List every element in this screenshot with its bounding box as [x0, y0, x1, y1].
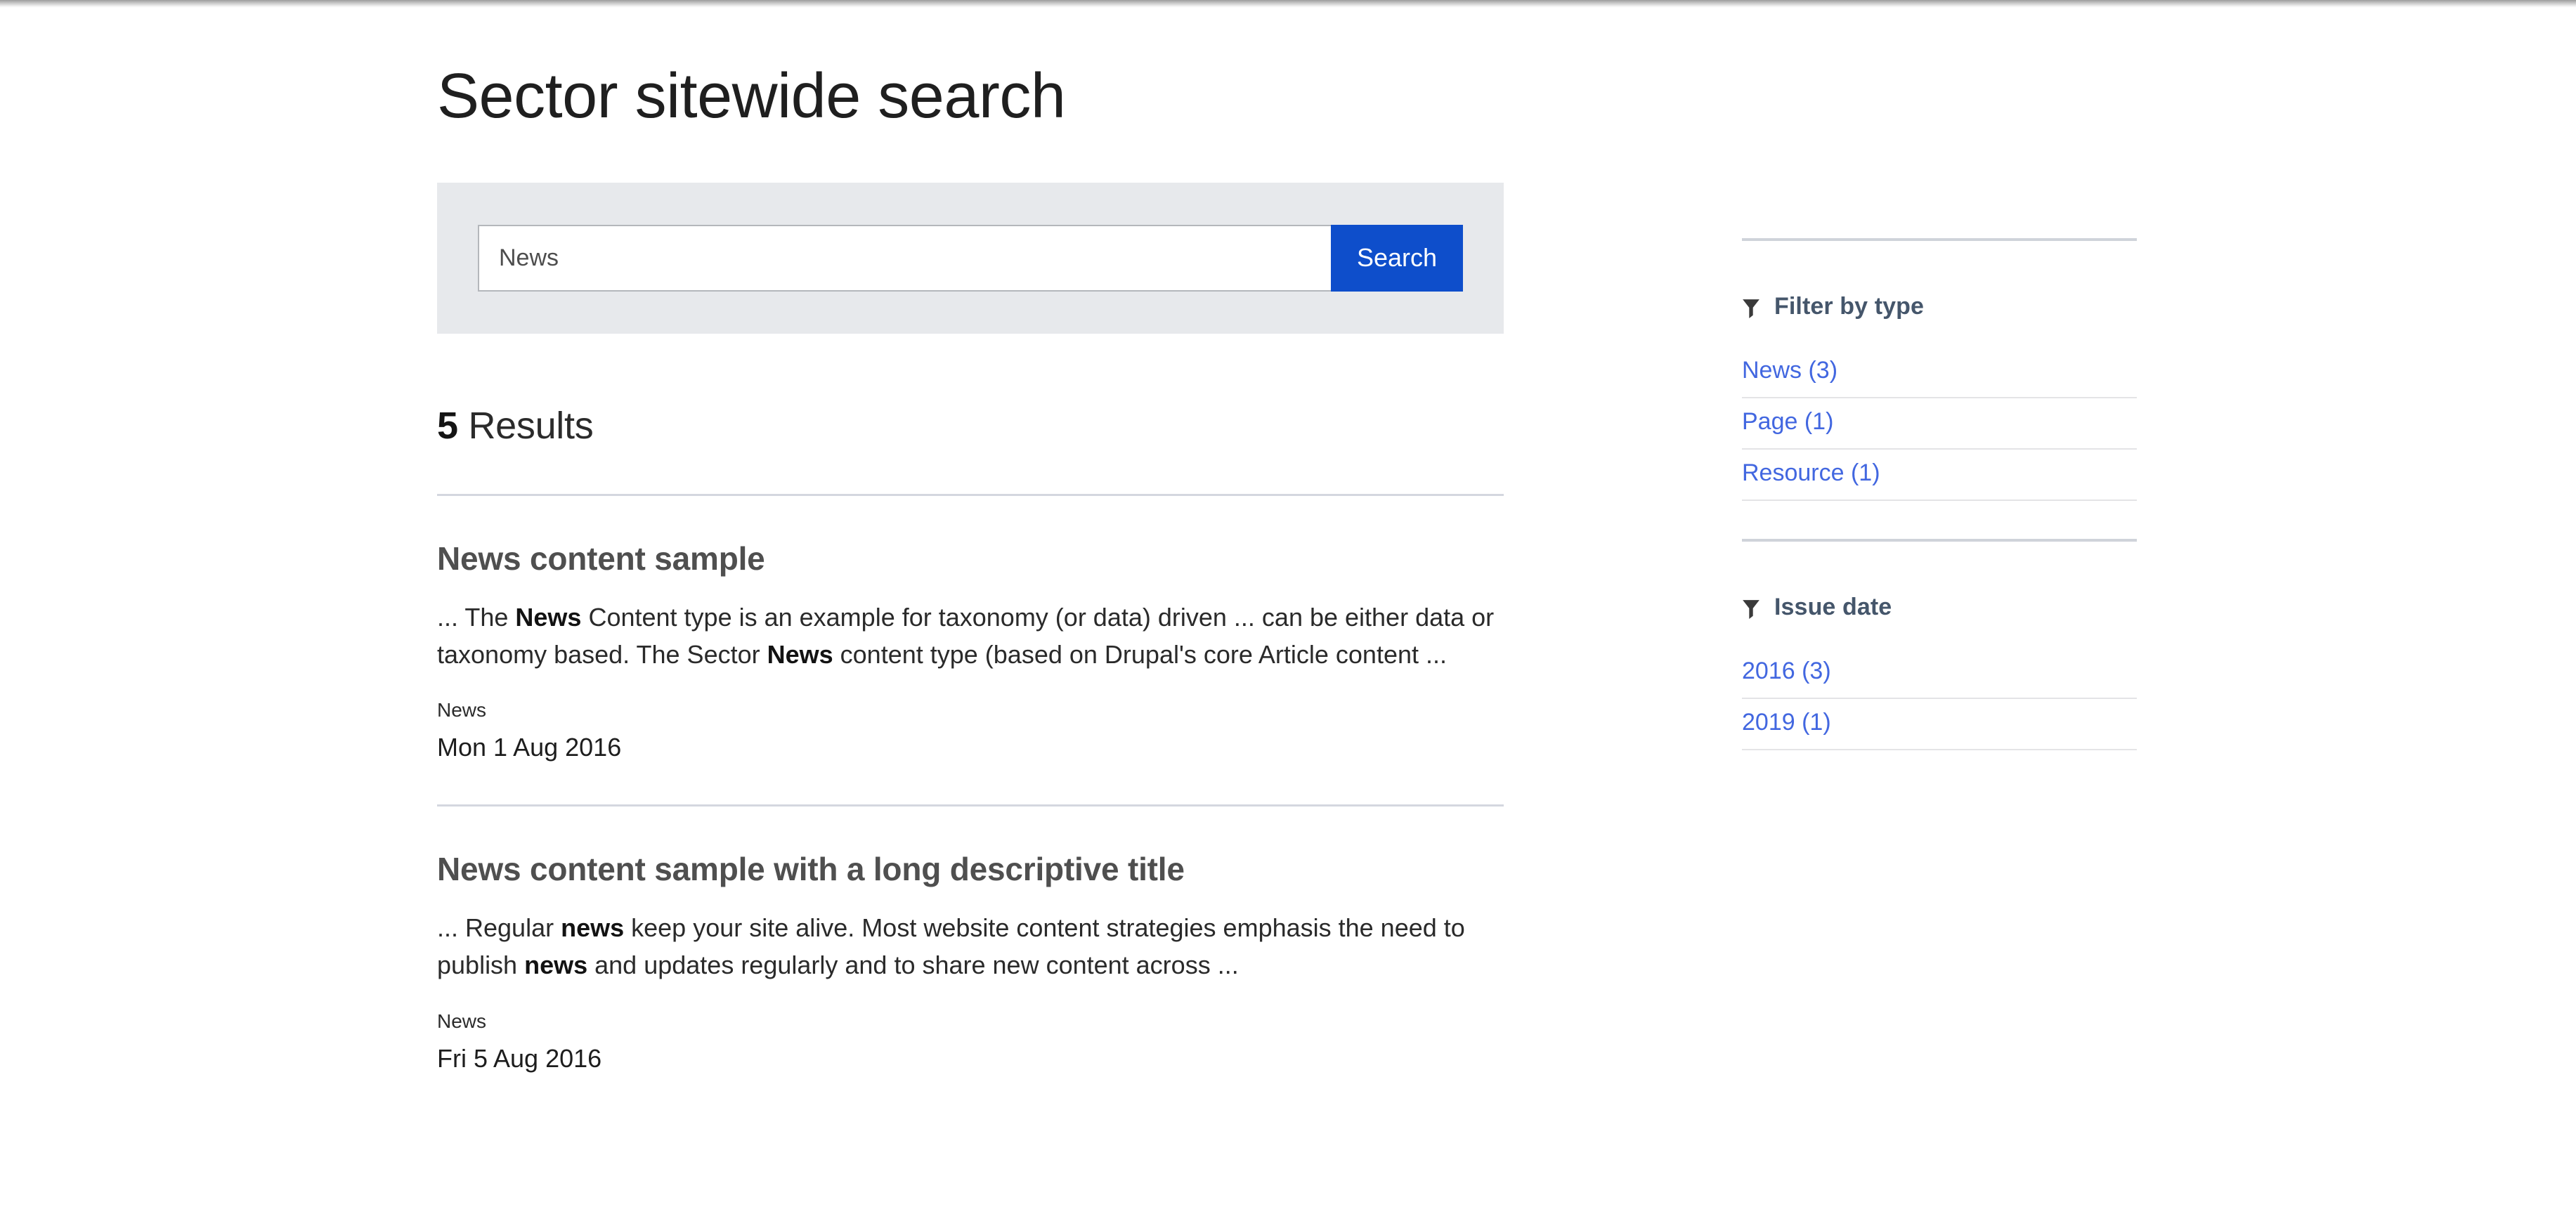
- facet-list-item: Page (1): [1742, 398, 2137, 450]
- page-title: Sector sitewide search: [437, 61, 1066, 131]
- facet-list-item: Resource (1): [1742, 450, 2137, 501]
- search-result-item: News content sample ... The News Content …: [437, 493, 1504, 805]
- funnel-icon: [1742, 598, 1760, 619]
- result-title-link[interactable]: News content sample: [437, 540, 1504, 577]
- snippet-text: ... Regular: [437, 913, 561, 943]
- facet-link[interactable]: Page (1): [1742, 408, 1833, 436]
- facet-link[interactable]: 2016 (3): [1742, 658, 1831, 685]
- snippet-highlight: news: [561, 913, 625, 943]
- snippet-text: content type (based on Drupal's core Art…: [833, 639, 1448, 669]
- search-result-item: News content sample with a long descript…: [437, 804, 1504, 1116]
- result-type-label: News: [437, 699, 487, 722]
- snippet-highlight: news: [524, 951, 588, 980]
- facet-list: News (3) Page (1) Resource (1): [1742, 347, 2137, 501]
- facet-heading-label: Issue date: [1774, 594, 1892, 620]
- result-type-label: News: [437, 1010, 487, 1032]
- facet-list-item: News (3): [1742, 347, 2137, 398]
- results-count-number: 5: [437, 404, 458, 447]
- facet-link[interactable]: 2019 (1): [1742, 709, 1831, 736]
- results-count-heading: 5 Results: [437, 334, 1504, 448]
- search-results-list: News content sample ... The News Content …: [437, 493, 1504, 1116]
- funnel-icon: [1742, 297, 1760, 318]
- result-title-link[interactable]: News content sample with a long descript…: [437, 850, 1504, 888]
- search-submit-button[interactable]: Search: [1331, 224, 1463, 292]
- top-shadow-strip: [0, 0, 2576, 8]
- snippet-text: ... The: [437, 602, 516, 632]
- facet-list: 2016 (3) 2019 (1): [1742, 648, 2137, 750]
- result-date: Mon 1 Aug 2016: [437, 733, 622, 762]
- facets-sidebar: Filter by type News (3) Page (1) Resource (…: [1742, 8, 2137, 776]
- results-count-label-space: [458, 405, 469, 447]
- facet-link[interactable]: News (3): [1742, 357, 1837, 384]
- facet-block: Filter by type News (3) Page (1) Resource (…: [1742, 238, 2137, 501]
- facet-list-item: 2016 (3): [1742, 648, 2137, 699]
- facet-block: Issue date 2016 (3) 2019 (1): [1742, 539, 2137, 750]
- facet-heading: Issue date: [1742, 542, 2137, 629]
- search-input[interactable]: [478, 224, 1331, 292]
- facet-heading-label: Filter by type: [1774, 293, 1925, 320]
- facet-link[interactable]: Resource (1): [1742, 459, 1880, 487]
- snippet-highlight: News: [767, 639, 833, 669]
- snippet-text: and updates regularly and to share new c…: [587, 951, 1239, 980]
- result-snippet: ... The News Content type is an example …: [437, 599, 1498, 674]
- result-snippet: ... Regular news keep your site alive. M…: [437, 909, 1498, 984]
- search-panel: Search: [437, 182, 1504, 334]
- facet-heading: Filter by type: [1742, 241, 2137, 329]
- facet-list-item: 2019 (1): [1742, 699, 2137, 750]
- page-container: Sector sitewide search Search 5 Results …: [0, 8, 2576, 1221]
- results-count-label: Results: [468, 404, 594, 447]
- search-form: Search: [478, 224, 1463, 292]
- result-date: Fri 5 Aug 2016: [437, 1043, 602, 1073]
- snippet-highlight: News: [515, 602, 582, 632]
- main-content-column: Sector sitewide search Search 5 Results …: [437, 8, 1504, 1116]
